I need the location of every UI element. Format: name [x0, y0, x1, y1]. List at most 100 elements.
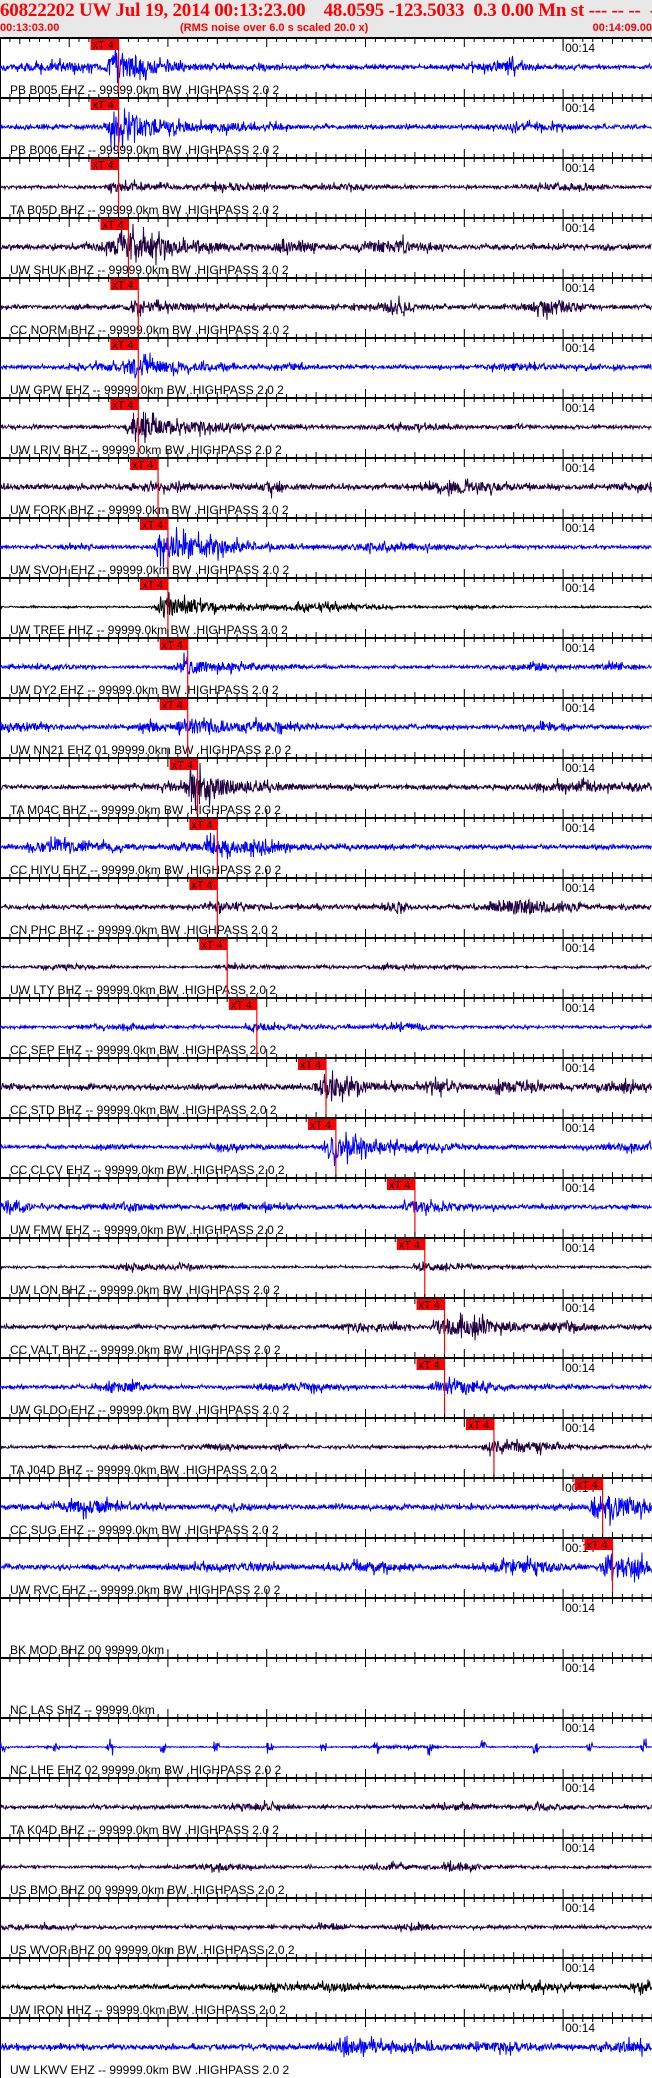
- station-label: CC HIYU EHZ -- 99999.0km BW .HIGHPASS 2.…: [10, 863, 282, 877]
- minute-tick-label: 00:14: [565, 821, 595, 835]
- event-title: 60822202 UW Jul 19, 2014 00:13:23.00 48.…: [0, 0, 652, 21]
- pick-label: xT 4: [112, 280, 133, 292]
- minute-tick-label: 00:14: [565, 641, 595, 655]
- waveform-trace: [0, 352, 652, 379]
- pick-label: xT 4: [132, 460, 153, 472]
- minute-tick-label: 00:14: [565, 1001, 595, 1015]
- minute-tick-label: 00:14: [565, 1301, 595, 1315]
- station-label: UW LKWV EHZ -- 99999.0km BW .HIGHPASS 2.…: [10, 2063, 290, 2077]
- station-label: UW LON BHZ -- 99999.0km BW .HIGHPASS 2.0…: [10, 1283, 280, 1297]
- minute-tick-label: 00:14: [565, 1601, 595, 1615]
- minute-tick-label: 00:14: [565, 41, 595, 55]
- waveform-trace: [0, 898, 652, 916]
- waveform-trace: [0, 478, 652, 499]
- pick-label: xT 4: [102, 220, 123, 232]
- station-label: TA B05D BHZ -- 99999.0km BW .HIGHPASS 2.…: [10, 203, 279, 217]
- waveform-trace: [0, 526, 652, 568]
- pick-label: xT 4: [231, 1000, 252, 1012]
- station-label: TA K04D BHZ -- 99999.0km BW .HIGHPASS 2.…: [10, 1823, 279, 1837]
- pick-label: xT 4: [162, 640, 183, 652]
- station-label: NC LAS SHZ -- 99999.0km: [10, 1703, 155, 1717]
- waveform-trace: [0, 295, 652, 320]
- waveform-trace: [0, 1495, 652, 1526]
- waveform-trace: [0, 1021, 652, 1033]
- minute-tick-label: 00:14: [565, 281, 595, 295]
- minute-tick-label: 00:14: [565, 1841, 595, 1855]
- waveform-trace: [0, 716, 652, 736]
- pick-label: xT 4: [191, 880, 212, 892]
- pick-label: xT 4: [419, 1360, 440, 1372]
- pick-label: xT 4: [93, 40, 114, 52]
- waveform-trace: [0, 1552, 652, 1583]
- waveform-trace: [0, 223, 652, 266]
- minute-tick-label: 00:14: [565, 1781, 595, 1795]
- end-time: 00:14:09.00: [592, 22, 652, 34]
- waveform-trace: [0, 1921, 652, 1933]
- pick-label: xT 4: [162, 700, 183, 712]
- minute-tick-label: 00:14: [565, 1901, 595, 1915]
- pick-label: xT 4: [419, 1300, 440, 1312]
- station-label: UW LTY BHZ -- 99999.0km BW .HIGHPASS 2.0…: [10, 983, 276, 997]
- minute-tick-label: 00:14: [565, 1661, 595, 1675]
- minute-tick-label: 00:14: [565, 1061, 595, 1075]
- station-label: CC SUG EHZ -- 99999.0km BW .HIGHPASS 2.0…: [10, 1523, 279, 1537]
- record-header: 60822202 UW Jul 19, 2014 00:13:23.00 48.…: [0, 0, 652, 37]
- station-label: UW TREE HHZ -- 99999.0km BW .HIGHPASS 2.…: [10, 623, 288, 637]
- pick-label: xT 4: [399, 1240, 420, 1252]
- waveform-trace: [0, 1800, 652, 1813]
- pick-label: xT 4: [172, 760, 193, 772]
- minute-tick-label: 00:14: [565, 341, 595, 355]
- station-label: UW NN21 EHZ 01 99999.0km BW .HIGHPASS 2.…: [10, 743, 292, 757]
- waveform-trace: [0, 1979, 652, 1996]
- minute-tick-label: 00:14: [565, 1181, 595, 1195]
- pick-label: xT 4: [93, 160, 114, 172]
- pick-label: xT 4: [142, 520, 163, 532]
- waveform-trace: [0, 2035, 652, 2058]
- minute-tick-label: 00:14: [565, 1121, 595, 1135]
- waveform-trace: [0, 592, 652, 619]
- pick-label: xT 4: [191, 820, 212, 832]
- station-label: TA M04C BHZ -- 99999.0km BW .HIGHPASS 2.…: [10, 803, 281, 817]
- station-label: BK MOD BHZ 00 99999.0km: [10, 1643, 164, 1657]
- waveform-trace: [0, 962, 652, 972]
- minute-tick-label: 00:14: [565, 101, 595, 115]
- minute-tick-label: 00:14: [565, 881, 595, 895]
- waveform-trace: [0, 1860, 652, 1873]
- seismogram-plot: 00:14 PB B005 EHZ -- 99999.0km BW .HIGHPA…: [0, 37, 652, 2078]
- waveform-trace: [0, 47, 652, 84]
- pick-label: xT 4: [142, 580, 163, 592]
- station-label: UW GPW EHZ -- 99999.0km BW .HIGHPASS 2.0…: [10, 383, 284, 397]
- minute-tick-label: 00:14: [565, 521, 595, 535]
- minute-tick-label: 00:14: [565, 1421, 595, 1435]
- pick-label: xT 4: [586, 1540, 607, 1552]
- waveform-trace: [0, 1376, 652, 1396]
- pick-label: xT 4: [389, 1180, 410, 1192]
- minute-tick-label: 00:14: [565, 1361, 595, 1375]
- waveform-trace: [0, 652, 652, 676]
- station-label: NC LHE EHZ 02 99999.0km BW .HIGHPASS 2.0…: [10, 1763, 282, 1777]
- waveform-trace: [0, 832, 652, 860]
- minute-tick-label: 00:14: [565, 1241, 595, 1255]
- minute-tick-label: 00:14: [565, 581, 595, 595]
- station-label: US BMO BHZ 00 99999.0km BW .HIGHPASS 2.0…: [10, 1883, 285, 1897]
- station-label: UW RVC EHZ -- 99999.0km BW .HIGHPASS 2.0…: [10, 1583, 281, 1597]
- station-label: PB B006 EHZ -- 99999.0km BW .HIGHPASS 2.…: [10, 143, 280, 157]
- minute-tick-label: 00:14: [565, 1721, 595, 1735]
- minute-tick-label: 00:14: [565, 461, 595, 475]
- waveform-trace: [0, 1198, 652, 1216]
- minute-tick-label: 00:14: [565, 221, 595, 235]
- waveform-trace: [0, 1261, 652, 1273]
- waveform-trace: [0, 179, 652, 194]
- pick-label: xT 4: [93, 100, 114, 112]
- station-label: CC CLCV EHZ -- 99999.0km BW .HIGHPASS 2.…: [10, 1163, 285, 1177]
- waveform-trace: [0, 1312, 652, 1341]
- waveform-trace: [0, 1131, 652, 1167]
- start-time: 00:13:03.00: [0, 22, 60, 34]
- pick-label: xT 4: [201, 940, 222, 952]
- station-label: UW DY2 EHZ -- 99999.0km BW .HIGHPASS 2.0…: [10, 683, 279, 697]
- station-label: UW GLDO EHZ -- 99999.0km BW .HIGHPASS 2.…: [10, 1403, 290, 1417]
- pick-label: xT 4: [468, 1420, 489, 1432]
- minute-tick-label: 00:14: [565, 1961, 595, 1975]
- minute-tick-label: 00:14: [565, 2021, 595, 2035]
- station-label: UW FMW EHZ -- 99999.0km BW .HIGHPASS 2.0…: [10, 1223, 284, 1237]
